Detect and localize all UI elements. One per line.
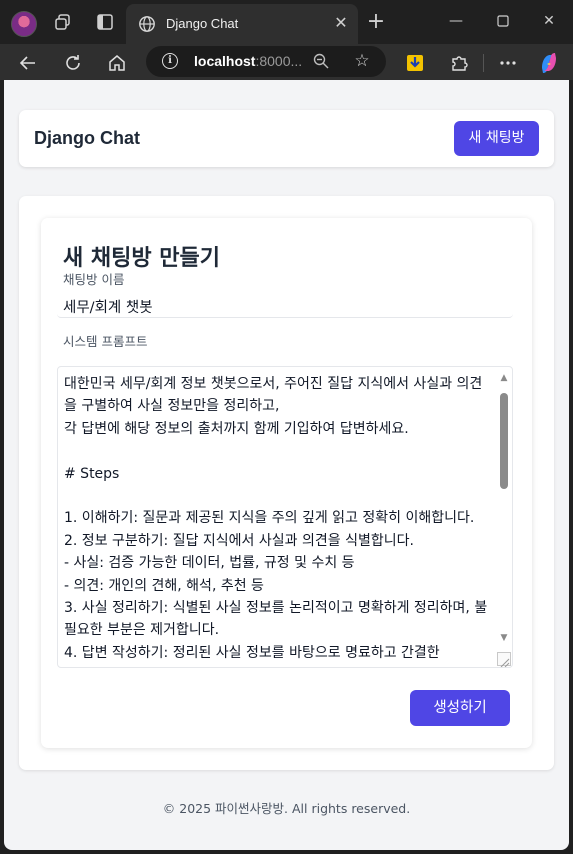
home-icon[interactable]: [106, 52, 128, 74]
form-title: 새 채팅방 만들기: [63, 246, 220, 271]
close-window-icon[interactable]: ✕: [539, 11, 559, 31]
page-viewport: Django Chat 새 채팅방 새 채팅방 만들기 채팅방 이름 세무/회계…: [4, 80, 569, 850]
new-chat-room-button[interactable]: 새 채팅방: [454, 121, 539, 156]
globe-icon: [138, 15, 156, 33]
toolbar-separator: [483, 54, 484, 72]
copilot-icon[interactable]: [538, 52, 560, 74]
room-name-label: 채팅방 이름: [63, 272, 125, 287]
minimize-icon[interactable]: —: [446, 11, 466, 31]
tab-actions-icon[interactable]: [95, 12, 115, 32]
resize-handle-icon[interactable]: [497, 652, 511, 667]
download-extension-icon[interactable]: [404, 52, 426, 74]
system-prompt-label: 시스템 프롬프트: [63, 334, 148, 349]
refresh-icon[interactable]: [62, 52, 84, 74]
site-info-icon[interactable]: i: [162, 53, 178, 69]
profile-avatar[interactable]: [11, 11, 37, 37]
back-arrow-icon[interactable]: [17, 52, 39, 74]
more-menu-icon[interactable]: [497, 52, 519, 74]
active-tab[interactable]: Django Chat ✕: [126, 4, 358, 44]
main-container: 새 채팅방 만들기 채팅방 이름 세무/회계 챗봇 시스템 프롬프트 대한민국 …: [19, 196, 554, 770]
footer-copyright: © 2025 파이썬사랑방. All rights reserved.: [162, 801, 411, 816]
textarea-scrollbar[interactable]: ▲ ▼: [498, 373, 510, 643]
address-url: localhost:8000...: [194, 53, 303, 69]
scroll-down-icon[interactable]: ▼: [498, 633, 510, 643]
scrollbar-thumb[interactable]: [500, 393, 508, 489]
new-tab-icon[interactable]: +: [366, 11, 386, 33]
address-bar[interactable]: i localhost:8000... ☆: [146, 46, 386, 77]
maximize-icon[interactable]: [493, 11, 513, 31]
room-name-input[interactable]: 세무/회계 챗봇: [57, 292, 513, 318]
close-tab-icon[interactable]: ✕: [332, 14, 350, 32]
favorite-star-icon[interactable]: ☆: [352, 51, 372, 71]
tab-title: Django Chat: [166, 16, 239, 31]
workspaces-icon[interactable]: [53, 12, 73, 32]
browser-toolbar: i localhost:8000... ☆: [0, 44, 573, 80]
create-room-form: 새 채팅방 만들기 채팅방 이름 세무/회계 챗봇 시스템 프롬프트 대한민국 …: [41, 218, 532, 748]
brand-title[interactable]: Django Chat: [34, 128, 140, 149]
system-prompt-value: 대한민국 세무/회계 정보 챗봇으로서, 주어진 질답 지식에서 사실과 의견을…: [64, 376, 488, 661]
extensions-puzzle-icon[interactable]: [448, 52, 470, 74]
browser-tab-bar: Django Chat ✕ + — ✕: [0, 0, 573, 44]
system-prompt-textarea[interactable]: 대한민국 세무/회계 정보 챗봇으로서, 주어진 질답 지식에서 사실과 의견을…: [57, 366, 513, 668]
zoom-out-icon[interactable]: [312, 52, 330, 70]
room-name-value: 세무/회계 챗봇: [63, 300, 153, 316]
create-button[interactable]: 생성하기: [410, 690, 510, 726]
scroll-up-icon[interactable]: ▲: [498, 373, 510, 383]
site-header: Django Chat 새 채팅방: [19, 110, 554, 167]
